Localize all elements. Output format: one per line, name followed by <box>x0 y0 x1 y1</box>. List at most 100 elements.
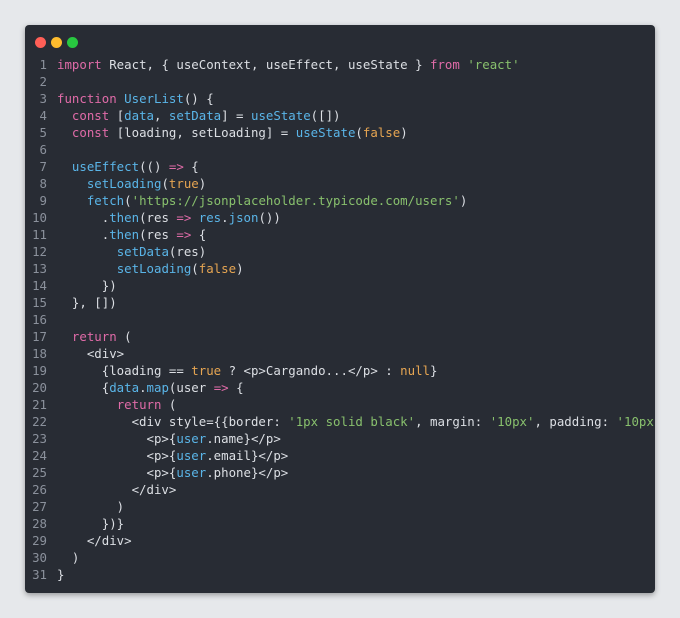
code-line: 7 useEffect(() => { <box>25 158 655 175</box>
code-token: json <box>228 210 259 225</box>
code-line: 20 {data.map(user => { <box>25 379 655 396</box>
code-line: 5 const [loading, setLoading] = useState… <box>25 124 655 141</box>
code-token: res <box>198 210 222 225</box>
code-token: . <box>221 210 229 225</box>
code-token: user <box>176 465 207 480</box>
code-token: import <box>57 57 102 72</box>
code-text: useEffect(() => { <box>47 158 199 175</box>
code-token: useState <box>295 125 356 140</box>
code-token: [loading, setLoading] = <box>109 125 296 140</box>
code-token: <div> <box>57 346 125 361</box>
code-token: setData <box>168 108 222 123</box>
code-line: 28 })} <box>25 515 655 532</box>
code-token: '1px solid black' <box>288 414 416 429</box>
code-text: const [loading, setLoading] = useState(f… <box>47 124 408 141</box>
code-line: 21 return ( <box>25 396 655 413</box>
code-line: 15 }, []) <box>25 294 655 311</box>
code-token: from <box>430 57 460 72</box>
code-token: .name}</p> <box>206 431 281 446</box>
code-line: 13 setLoading(false) <box>25 260 655 277</box>
line-number: 18 <box>32 346 47 361</box>
code-token: (() <box>139 159 169 174</box>
code-text: return ( <box>47 396 177 413</box>
code-window: 1 import React, { useContext, useEffect, … <box>25 25 655 593</box>
code-token: (res <box>139 227 177 242</box>
minimize-button[interactable] <box>51 37 62 48</box>
code-token: ( <box>355 125 363 140</box>
code-token: true <box>168 176 199 191</box>
code-token: } <box>57 567 65 582</box>
line-number: 22 <box>32 414 47 429</box>
code-token: (res <box>139 210 177 225</box>
code-block: 1 import React, { useContext, useEffect, … <box>25 56 655 583</box>
code-line: 2 <box>25 73 655 90</box>
code-line: 27 ) <box>25 498 655 515</box>
code-token: => <box>176 227 192 242</box>
code-token: ) <box>459 193 468 208</box>
code-token: ) <box>400 125 408 140</box>
code-token: '10px' <box>489 414 535 429</box>
code-token: . <box>57 210 110 225</box>
code-text: setLoading(false) <box>47 260 244 277</box>
code-token: => <box>168 159 184 174</box>
code-line: 1 import React, { useContext, useEffect, … <box>25 56 655 73</box>
code-line: 10 .then(res => res.json()) <box>25 209 655 226</box>
code-line: 31} <box>25 566 655 583</box>
line-number: 28 <box>32 516 47 531</box>
code-text: function UserList() { <box>47 90 214 107</box>
code-token: ? <p>Cargando...</p> : <box>221 363 401 378</box>
code-text: {data.map(user => { <box>47 379 244 396</box>
code-line: 24 <p>{user.email}</p> <box>25 447 655 464</box>
code-token: return <box>71 329 117 344</box>
line-number: 24 <box>32 448 47 463</box>
code-token: .email}</p> <box>206 448 289 463</box>
code-token: useState <box>250 108 311 123</box>
code-text: <div> <box>47 345 124 362</box>
code-line: 8 setLoading(true) <box>25 175 655 192</box>
code-token: { <box>183 159 199 174</box>
code-token: <p>{ <box>57 448 177 463</box>
maximize-button[interactable] <box>67 37 78 48</box>
code-token: , margin: <box>415 414 490 429</box>
code-line: 14 }) <box>25 277 655 294</box>
code-line: 19 {loading == true ? <p>Cargando...</p>… <box>25 362 655 379</box>
code-token: { <box>57 380 110 395</box>
code-line: 18 <div> <box>25 345 655 362</box>
line-number: 23 <box>32 431 47 446</box>
code-token: then <box>109 227 140 242</box>
code-token: 'react' <box>467 57 520 72</box>
line-number: 20 <box>32 380 47 395</box>
code-text: import React, { useContext, useEffect, u… <box>47 56 520 73</box>
code-token: (user <box>168 380 214 395</box>
line-number: 31 <box>32 567 47 582</box>
code-token: React, { useContext, useEffect, useState… <box>101 57 430 72</box>
code-token: false <box>362 125 401 140</box>
code-text: fetch('https://jsonplaceholder.typicode.… <box>47 192 467 209</box>
code-token: false <box>198 261 237 276</box>
code-line: 23 <p>{user.name}</p> <box>25 430 655 447</box>
code-token: ([]) <box>310 108 341 123</box>
line-number: 17 <box>32 329 47 344</box>
code-line: 6 <box>25 141 655 158</box>
code-text: return ( <box>47 328 132 345</box>
code-token: return <box>116 397 162 412</box>
code-text: <p>{user.phone}</p> <box>47 464 289 481</box>
code-token: }) <box>57 278 117 293</box>
line-number: 11 <box>32 227 47 242</box>
code-line: 12 setData(res) <box>25 243 655 260</box>
close-button[interactable] <box>35 37 46 48</box>
code-token: const <box>71 108 110 123</box>
line-number: 19 <box>32 363 47 378</box>
code-token: <p>{ <box>57 431 177 446</box>
line-number: 3 <box>39 91 47 106</box>
code-token: UserList <box>124 91 184 106</box>
code-token: (res) <box>168 244 207 259</box>
line-number: 5 <box>39 125 47 140</box>
code-text: } <box>47 566 64 583</box>
code-token: . <box>139 380 147 395</box>
line-number: 2 <box>39 74 47 89</box>
